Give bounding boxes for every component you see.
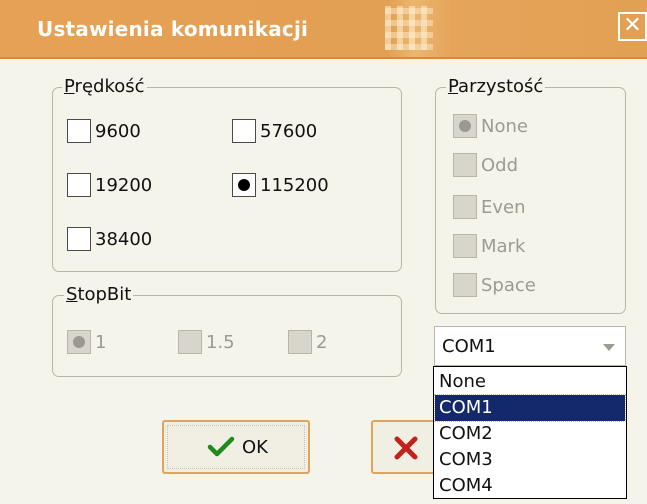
dropdown-option-com3[interactable]: COM3 xyxy=(435,447,625,473)
checkmark-icon xyxy=(207,436,235,457)
parity-none-checkbox xyxy=(453,114,477,138)
parity-option-odd: Odd xyxy=(453,153,518,177)
speed-option-38400[interactable]: 38400 xyxy=(67,227,152,251)
speed-option-19200[interactable]: 19200 xyxy=(67,173,152,197)
stopbit-group-legend: StopBit xyxy=(64,284,134,305)
dropdown-option-com4[interactable]: COM4 xyxy=(435,473,625,499)
speed-option-115200[interactable]: 115200 xyxy=(232,173,329,197)
parity-mark-checkbox xyxy=(453,234,477,258)
speed-9600-checkbox[interactable] xyxy=(67,119,91,143)
stopbit-option-label: 1 xyxy=(95,331,107,353)
communication-settings-dialog: Ustawienia komunikacji ✕ Prędkość 9600 5… xyxy=(0,0,647,504)
stopbit-option-label: 1.5 xyxy=(206,331,235,353)
dropdown-option-com2[interactable]: COM2 xyxy=(435,421,625,447)
speed-option-label: 38400 xyxy=(95,228,153,250)
parity-odd-checkbox xyxy=(453,153,477,177)
title-bar-border xyxy=(0,57,647,59)
selected-dot xyxy=(73,336,85,348)
dropdown-option-com1[interactable]: COM1 xyxy=(434,394,626,422)
parity-space-checkbox xyxy=(453,273,477,297)
stopbit-1-5-checkbox xyxy=(178,330,202,354)
stopbit-option-1-5: 1.5 xyxy=(178,330,235,354)
speed-option-label: 9600 xyxy=(95,120,141,142)
speed-115200-checkbox[interactable] xyxy=(232,173,256,197)
speed-option-label: 19200 xyxy=(95,174,153,196)
speed-group-legend: Prędkość xyxy=(62,76,147,97)
stopbit-1-checkbox xyxy=(67,330,91,354)
stopbit-2-checkbox xyxy=(288,330,312,354)
stopbit-option-1: 1 xyxy=(67,330,106,354)
selected-dot xyxy=(459,120,471,132)
parity-even-checkbox xyxy=(453,195,477,219)
parity-option-label: Mark xyxy=(481,235,526,257)
parity-option-label: None xyxy=(481,115,528,137)
speed-option-57600[interactable]: 57600 xyxy=(232,119,317,143)
close-button[interactable]: ✕ xyxy=(618,12,647,41)
title-decoration xyxy=(385,6,433,50)
selected-dot xyxy=(238,179,250,191)
port-dropdown-list[interactable]: None COM1 COM2 COM3 COM4 xyxy=(433,366,627,499)
parity-option-label: Even xyxy=(481,196,526,218)
speed-option-label: 57600 xyxy=(260,120,318,142)
parity-option-space: Space xyxy=(453,273,536,297)
speed-19200-checkbox[interactable] xyxy=(67,173,91,197)
port-combobox-value: COM1 xyxy=(442,336,496,357)
stopbit-option-label: 2 xyxy=(316,331,328,353)
parity-option-label: Odd xyxy=(481,154,519,176)
parity-option-even: Even xyxy=(453,195,526,219)
stopbit-option-2: 2 xyxy=(288,330,327,354)
dropdown-option-none[interactable]: None xyxy=(435,369,625,395)
speed-option-9600[interactable]: 9600 xyxy=(67,119,141,143)
parity-option-mark: Mark xyxy=(453,234,525,258)
focus-rect xyxy=(167,425,305,469)
window-title: Ustawienia komunikacji xyxy=(37,17,309,41)
parity-option-label: Space xyxy=(481,274,536,296)
speed-38400-checkbox[interactable] xyxy=(67,227,91,251)
speed-option-label: 115200 xyxy=(260,174,329,196)
port-combobox[interactable]: COM1 xyxy=(434,326,626,366)
close-icon: ✕ xyxy=(623,13,642,38)
chevron-down-icon[interactable] xyxy=(603,344,615,351)
ok-button-label: OK xyxy=(242,437,268,458)
title-bar[interactable]: Ustawienia komunikacji ✕ xyxy=(0,0,647,57)
x-icon xyxy=(394,436,418,460)
ok-button[interactable]: OK xyxy=(162,420,310,474)
speed-57600-checkbox[interactable] xyxy=(232,119,256,143)
parity-option-none: None xyxy=(453,114,528,138)
parity-group-legend: Parzystość xyxy=(446,76,546,97)
